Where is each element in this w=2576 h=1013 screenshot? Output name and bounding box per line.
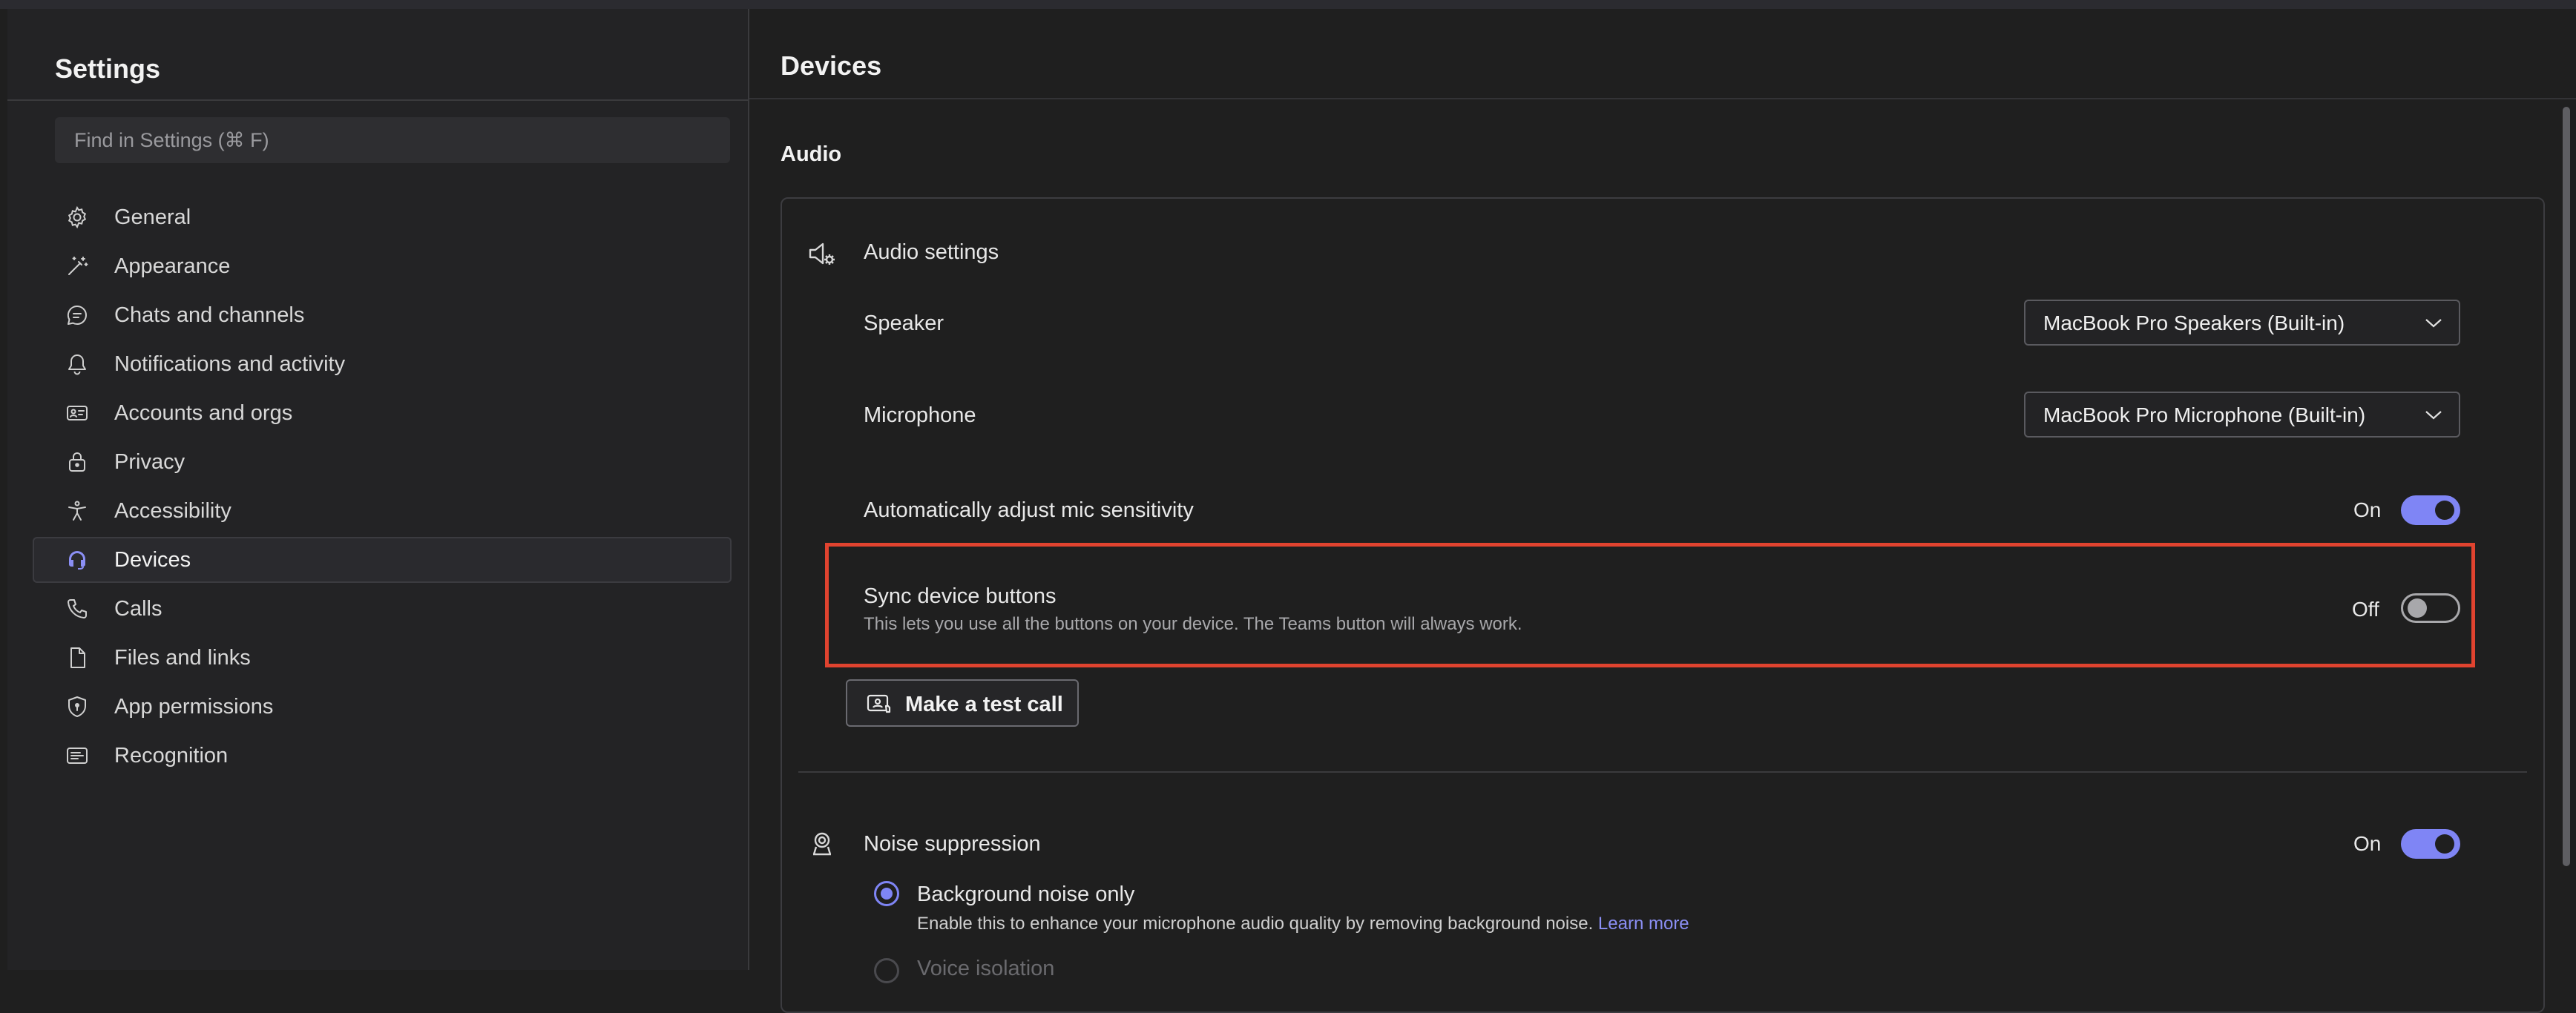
toggle-knob bbox=[2408, 598, 2427, 618]
sidebar-item-notifications[interactable]: Notifications and activity bbox=[33, 341, 732, 387]
speaker-dropdown[interactable]: MacBook Pro Speakers (Built-in) bbox=[2024, 300, 2460, 346]
gear-icon bbox=[65, 205, 89, 229]
radio-voice-isolation[interactable] bbox=[874, 958, 899, 983]
sidebar-item-label: Privacy bbox=[114, 449, 185, 474]
sidebar-item-calls[interactable]: Calls bbox=[33, 586, 732, 632]
sidebar-item-label: Recognition bbox=[114, 743, 229, 768]
window-top-strip bbox=[0, 0, 2576, 9]
sidebar-item-chats-and-channels[interactable]: Chats and channels bbox=[33, 292, 732, 338]
sidebar-item-accessibility[interactable]: Accessibility bbox=[33, 488, 732, 534]
toggle-knob bbox=[2435, 501, 2454, 520]
sidebar-item-accounts-and-orgs[interactable]: Accounts and orgs bbox=[33, 390, 732, 436]
learn-more-link[interactable]: Learn more bbox=[1598, 914, 1689, 934]
sidebar-item-label: Accessibility bbox=[114, 498, 231, 523]
phone-icon bbox=[65, 597, 89, 621]
header-divider bbox=[749, 98, 2576, 99]
highlight-box bbox=[825, 543, 2475, 667]
settings-sidebar: Settings General Appearance Chats and ch… bbox=[7, 9, 749, 970]
radio-background-noise-only[interactable] bbox=[874, 881, 899, 906]
auto-adjust-state: On bbox=[2353, 498, 2382, 521]
bell-icon bbox=[65, 352, 89, 376]
speaker-label: Speaker bbox=[864, 311, 944, 335]
lock-icon bbox=[65, 450, 89, 474]
sidebar-divider bbox=[7, 99, 748, 101]
document-icon bbox=[65, 646, 89, 670]
sidebar-item-label: Appearance bbox=[114, 254, 231, 278]
make-test-call-button[interactable]: Make a test call bbox=[846, 679, 1079, 727]
sync-device-buttons-label: Sync device buttons bbox=[864, 584, 1057, 608]
auto-adjust-mic-label: Automatically adjust mic sensitivity bbox=[864, 498, 1194, 522]
sidebar-item-label: Accounts and orgs bbox=[114, 400, 293, 425]
audio-settings-heading: Audio settings bbox=[864, 240, 999, 264]
sidebar-item-label: Chats and channels bbox=[114, 303, 305, 327]
sidebar-item-files-and-links[interactable]: Files and links bbox=[33, 635, 732, 681]
speaker-settings-icon bbox=[807, 239, 837, 268]
page-title: Devices bbox=[781, 50, 882, 81]
sidebar-item-label: App permissions bbox=[114, 694, 274, 719]
sidebar-item-devices[interactable]: Devices bbox=[33, 537, 732, 583]
devices-panel: Devices Audio bbox=[749, 9, 2576, 1013]
make-test-call-label: Make a test call bbox=[905, 693, 1063, 716]
settings-nav: General Appearance Chats and channels No… bbox=[33, 194, 732, 782]
speaker-dropdown-value: MacBook Pro Speakers (Built-in) bbox=[2043, 311, 2345, 334]
magic-wand-icon bbox=[65, 254, 89, 278]
chevron-down-icon bbox=[2425, 316, 2442, 329]
sync-device-buttons-description: This lets you use all the buttons on you… bbox=[864, 614, 1522, 634]
sidebar-item-label: Files and links bbox=[114, 645, 251, 670]
toggle-knob bbox=[2435, 834, 2454, 854]
background-noise-description-text: Enable this to enhance your microphone a… bbox=[917, 914, 1594, 934]
sidebar-item-label: Calls bbox=[114, 596, 162, 621]
chevron-down-icon bbox=[2425, 408, 2442, 421]
shield-icon bbox=[65, 695, 89, 719]
chat-bubble-icon bbox=[65, 303, 89, 327]
sidebar-item-general[interactable]: General bbox=[33, 194, 732, 240]
sidebar-item-label: General bbox=[114, 205, 191, 229]
sidebar-item-label: Notifications and activity bbox=[114, 352, 346, 376]
id-card-icon bbox=[65, 401, 89, 425]
noise-suppression-heading: Noise suppression bbox=[864, 832, 1041, 856]
microphone-dropdown[interactable]: MacBook Pro Microphone (Built-in) bbox=[2024, 392, 2460, 438]
noise-suppression-icon bbox=[809, 829, 835, 859]
headset-icon bbox=[65, 548, 89, 572]
sidebar-item-recognition[interactable]: Recognition bbox=[33, 733, 732, 779]
sidebar-title: Settings bbox=[55, 53, 161, 84]
sidebar-item-app-permissions[interactable]: App permissions bbox=[33, 684, 732, 730]
sidebar-item-appearance[interactable]: Appearance bbox=[33, 243, 732, 289]
sidebar-item-label: Devices bbox=[114, 547, 191, 572]
sync-device-buttons-toggle[interactable] bbox=[2401, 593, 2460, 623]
recognition-icon bbox=[65, 744, 89, 768]
section-divider bbox=[798, 771, 2527, 773]
sidebar-item-privacy[interactable]: Privacy bbox=[33, 439, 732, 485]
settings-search-input[interactable] bbox=[55, 117, 730, 163]
sync-device-buttons-state: Off bbox=[2352, 598, 2379, 621]
noise-suppression-toggle[interactable] bbox=[2401, 829, 2460, 859]
test-call-icon bbox=[867, 693, 892, 715]
accessibility-icon bbox=[65, 499, 89, 523]
voice-isolation-label: Voice isolation bbox=[917, 957, 1055, 980]
microphone-dropdown-value: MacBook Pro Microphone (Built-in) bbox=[2043, 403, 2366, 426]
scrollbar-thumb[interactable] bbox=[2563, 107, 2570, 866]
section-heading-audio: Audio bbox=[781, 142, 842, 166]
background-noise-only-description: Enable this to enhance your microphone a… bbox=[917, 914, 1689, 934]
noise-suppression-state: On bbox=[2353, 832, 2382, 855]
background-noise-only-label: Background noise only bbox=[917, 882, 1135, 906]
microphone-label: Microphone bbox=[864, 403, 976, 427]
auto-adjust-toggle[interactable] bbox=[2401, 495, 2460, 525]
